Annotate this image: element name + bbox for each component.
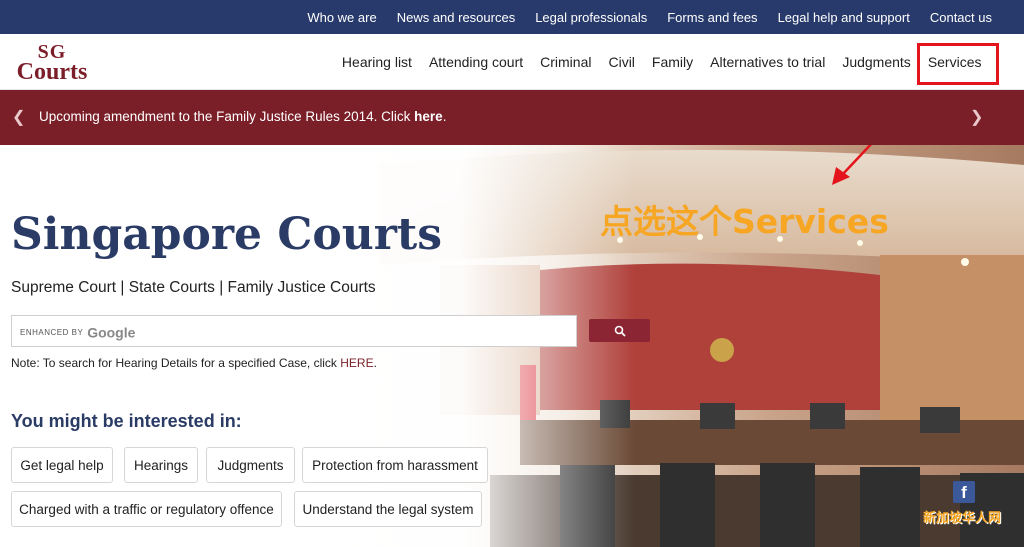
chip-traffic-offence[interactable]: Charged with a traffic or regulatory off… (11, 491, 282, 527)
main-nav: SG Courts Hearing list Attending court C… (0, 34, 1024, 90)
sg-courts-logo[interactable]: SG Courts (10, 42, 94, 84)
utility-link-contact[interactable]: Contact us (920, 10, 1002, 25)
chevron-right-icon[interactable]: ❯ (970, 107, 983, 127)
announcement-body: Upcoming amendment to the Family Justice… (39, 109, 415, 124)
annotation-text: 点选这个Services (600, 202, 889, 241)
chip-hearings[interactable]: Hearings (124, 447, 198, 483)
google-logo: Google (87, 324, 136, 341)
hero-section: Singapore Courts Supreme Court | State C… (0, 145, 1024, 547)
nav-item-family[interactable]: Family (643, 54, 701, 70)
search-icon (614, 325, 626, 337)
chevron-left-icon[interactable]: ❮ (12, 107, 25, 127)
search-input[interactable]: ENHANCED BY Google (11, 315, 577, 347)
search-prefix: ENHANCED BY (20, 327, 84, 337)
utility-link-legal-professionals[interactable]: Legal professionals (525, 10, 657, 25)
nav-items: Hearing list Attending court Criminal Ci… (333, 34, 990, 90)
page-title: Singapore Courts (11, 209, 442, 260)
chip-judgments[interactable]: Judgments (206, 447, 295, 483)
announcement-text: Upcoming amendment to the Family Justice… (39, 109, 446, 124)
nav-item-attending-court[interactable]: Attending court (420, 54, 531, 70)
chip-legal-system[interactable]: Understand the legal system (294, 491, 482, 527)
utility-link-legal-help[interactable]: Legal help and support (768, 10, 920, 25)
nav-item-judgments[interactable]: Judgments (834, 54, 919, 70)
note-suffix: . (373, 356, 377, 370)
search-note: Note: To search for Hearing Details for … (11, 356, 377, 370)
top-utility-bar: Who we are News and resources Legal prof… (0, 0, 1024, 34)
nav-item-hearing-list[interactable]: Hearing list (333, 54, 420, 70)
note-link[interactable]: HERE (340, 356, 373, 370)
facebook-icon[interactable]: f (953, 481, 975, 503)
interest-heading: You might be interested in: (11, 411, 242, 431)
search-button[interactable] (589, 319, 650, 342)
note-text: Note: To search for Hearing Details for … (11, 356, 341, 370)
utility-links: Who we are News and resources Legal prof… (297, 0, 1002, 34)
nav-item-criminal[interactable]: Criminal (532, 54, 600, 70)
utility-link-news[interactable]: News and resources (387, 10, 526, 25)
nav-item-alternatives[interactable]: Alternatives to trial (702, 54, 834, 70)
services-highlight-box (917, 43, 999, 85)
utility-link-forms-fees[interactable]: Forms and fees (657, 10, 767, 25)
announcement-bar: ❮ Upcoming amendment to the Family Justi… (0, 90, 1024, 145)
page-subtitle: Supreme Court | State Courts | Family Ju… (11, 279, 376, 296)
logo-line-2: Courts (16, 59, 88, 85)
search-placeholder: ENHANCED BY Google (20, 323, 135, 340)
announcement-suffix: . (442, 109, 447, 124)
watermark: 新加坡华人网 (923, 510, 1002, 525)
nav-item-civil[interactable]: Civil (600, 54, 643, 70)
chip-get-legal-help[interactable]: Get legal help (11, 447, 113, 483)
utility-link-who-we-are[interactable]: Who we are (297, 10, 386, 25)
chip-protection-harassment[interactable]: Protection from harassment (302, 447, 488, 483)
announcement-link[interactable]: here (414, 109, 443, 124)
